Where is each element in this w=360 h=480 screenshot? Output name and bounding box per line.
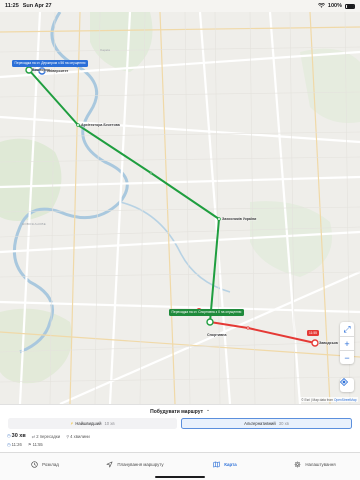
map-icon [213,461,220,467]
depart-value: 11:26 [11,441,22,447]
option-label: Найшвидший [75,421,102,426]
zoom-in-button[interactable]: + [340,336,354,350]
stop-label: Університет [47,69,69,73]
option-duration: 10 хв [104,421,115,426]
clock-icon: ◷ [7,441,11,447]
chevron-up-icon: ⌃ [206,409,210,414]
stop-marker[interactable] [76,123,80,127]
stop-marker[interactable] [206,318,214,326]
park-area [300,48,360,123]
status-date: Sun Apr 27 [22,3,52,9]
area-label: НОВОЖАНОВЕ [22,222,46,226]
home-indicator [155,476,205,478]
map-attribution: © Esri | Map data from OpenStreetMap [299,397,358,402]
total-time: ◷30 хв [7,433,26,439]
location-icon [340,378,348,386]
zoom-out-button[interactable]: − [340,350,354,364]
status-bar: 11:25 Sun Apr 27 100% [0,0,360,12]
map-zoom-controls: ⤢ + − [340,322,354,364]
stop-label: Спортивна [207,333,227,337]
battery-icon [345,3,355,9]
walk-icon: ⚲ [66,433,70,439]
arrive-time: ⚑11:55 [28,442,43,447]
area-label: Харків [100,48,111,52]
tab-label: Планування маршруту [117,461,164,467]
walk-duration: 4 хвилини [70,433,90,439]
alternative-route-option[interactable]: Альтернативний 30 хв [181,418,352,429]
clock-icon [31,460,38,468]
route-sheet: Побудувати маршрут ⌃ ⚡ Найшвидший 10 хв А… [0,404,360,452]
route-summary: ◷30 хв ⇄2 пересадки ⚲4 хвилини ◷11:26 ⚑1… [0,430,360,448]
option-duration: 30 хв [278,421,289,426]
locate-me-button[interactable] [340,378,354,392]
stop-label: Заводська [319,341,338,345]
map-view[interactable]: Харків НОВОЖАНОВЕ Пересадка на ст. Держп… [0,12,360,404]
transfers-count: 2 пересадки [36,433,61,439]
arrival-time-tag: 11:55 [307,330,320,336]
option-label: Альтернативний [244,421,276,426]
status-time: 11:25 [5,3,19,9]
attribution-text: © Esri | Map data from [301,397,334,402]
battery-percent: 100% [327,3,342,9]
walking: ⚲4 хвилини [66,434,90,439]
build-route-header[interactable]: Побудувати маршрут ⌃ [0,405,360,417]
stop-marker[interactable] [149,171,153,175]
tab-schedule[interactable]: Розклад [0,453,90,480]
transfer-callout[interactable]: Пересадка на ст. Держпром з 56 на опущен… [12,60,88,67]
transfer-icon: ⇄ [31,433,36,439]
clock-icon: ◷ [7,433,11,438]
tab-bar: Розклад Планування маршруту Карта Налашт… [0,452,360,480]
wifi-icon [317,2,325,10]
stop-marker[interactable] [217,217,221,221]
sheet-title: Побудувати маршрут [150,409,204,415]
park-area [0,308,72,384]
flag-icon: ⚑ [27,441,32,447]
app: 11:25 Sun Apr 27 100% Харків НОВОЖАНОВЕ … [0,0,360,480]
stop-marker[interactable] [246,326,250,330]
stop-label: Захисників України [222,217,257,221]
arrive-value: 11:55 [32,441,43,447]
osm-link[interactable]: OpenStreetMap [334,398,357,402]
transfer-callout[interactable]: Пересадка на ст. Спортивна з 0 на опущен… [169,309,244,316]
tab-settings[interactable]: Налаштування [270,453,360,480]
expand-icon[interactable]: ⤢ [340,322,354,336]
tab-label: Карта [224,461,237,467]
tab-label: Налаштування [305,461,336,467]
stop-label: Архітектора Бекетова [81,123,120,127]
tab-label: Розклад [42,461,59,467]
navigation-icon [106,461,113,467]
fastest-route-option[interactable]: ⚡ Найшвидший 10 хв [8,418,177,429]
gear-icon [294,461,301,467]
destination-marker[interactable] [311,339,319,347]
depart-time: ◷11:26 [7,442,22,447]
total-duration: 30 хв [11,433,26,439]
transfers: ⇄2 пересадки [32,434,60,439]
route-options: ⚡ Найшвидший 10 хв Альтернативний 30 хв [0,417,360,430]
bolt-icon: ⚡ [70,421,74,426]
